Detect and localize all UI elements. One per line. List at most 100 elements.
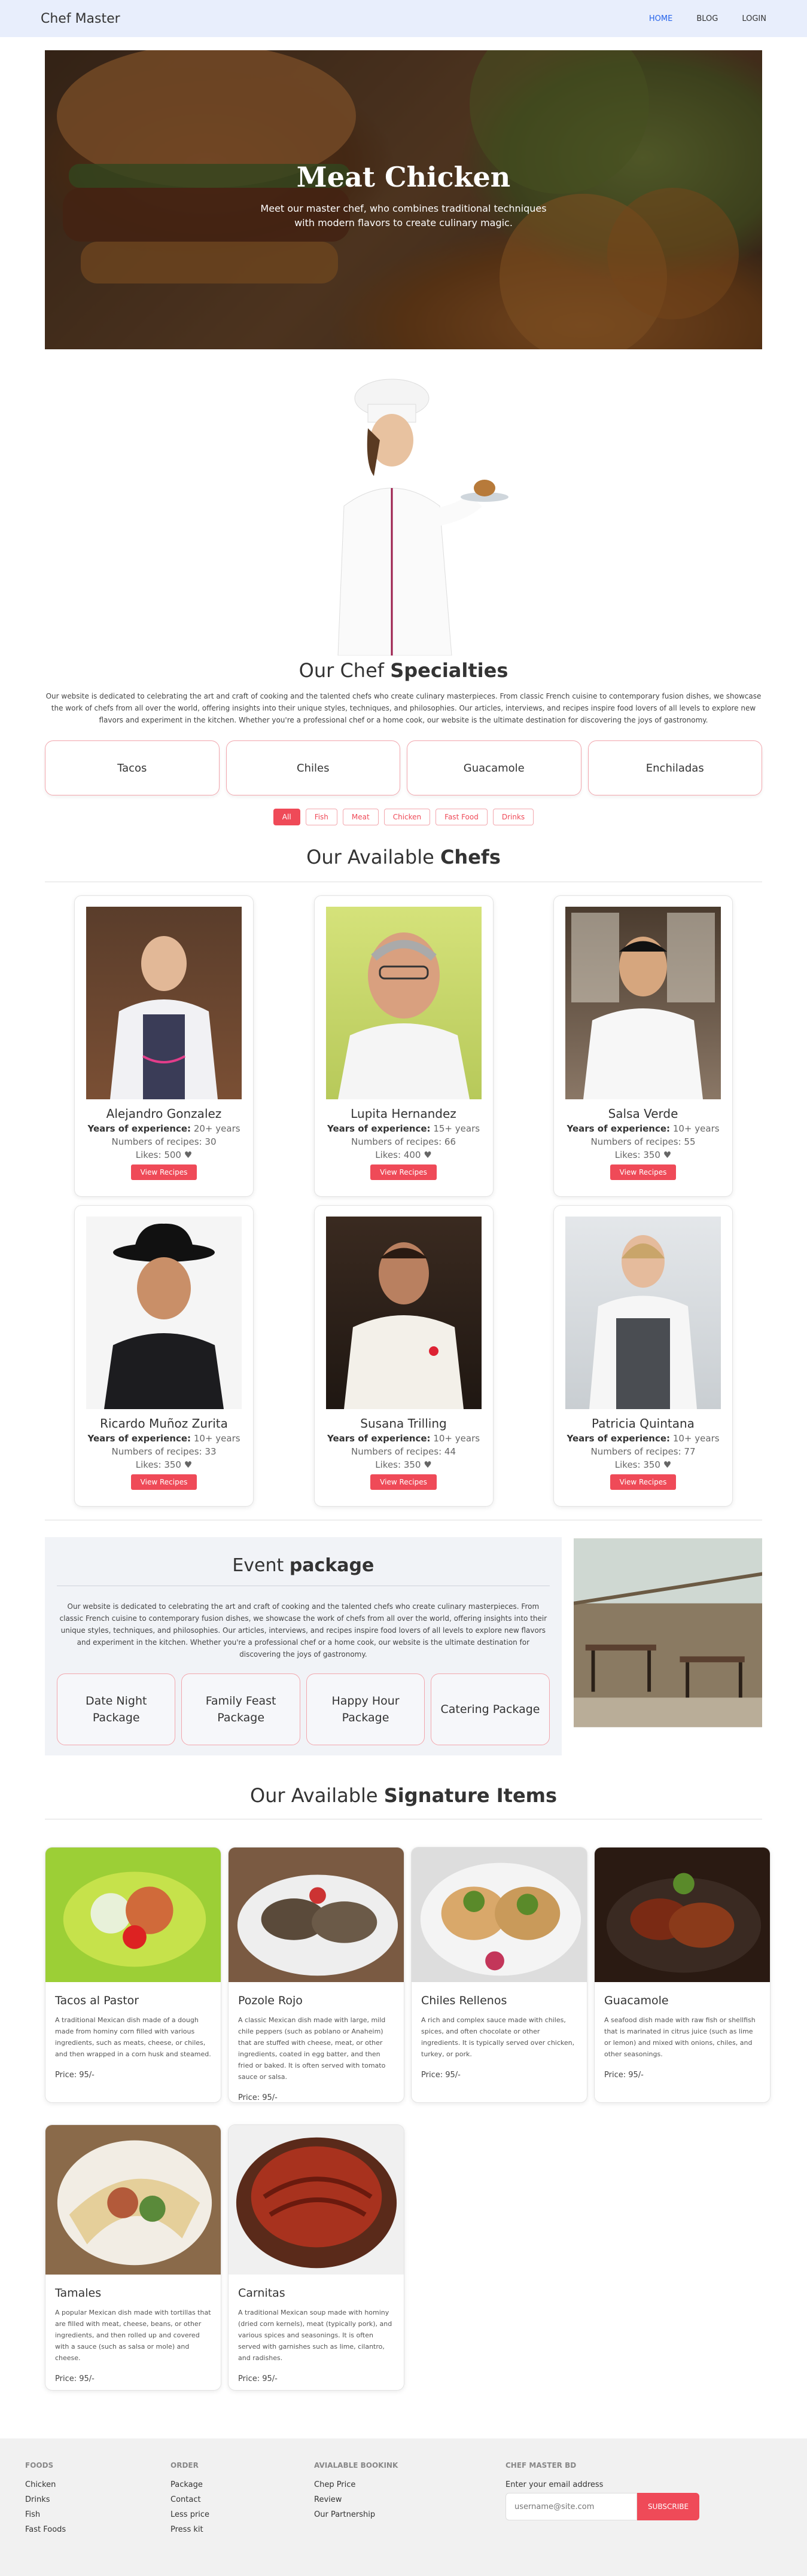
- menu-item-card[interactable]: Tamales A popular Mexican dish made with…: [45, 2124, 221, 2391]
- food-image: [45, 1848, 221, 1982]
- view-recipes-button[interactable]: View Recipes: [610, 1164, 677, 1180]
- filter-all-button[interactable]: All: [273, 809, 300, 825]
- menu-item-card[interactable]: Pozole Rojo A classic Mexican dish made …: [228, 1847, 404, 2103]
- footer-link[interactable]: Package: [170, 2480, 314, 2489]
- chef-photo: [86, 907, 242, 1099]
- footer-link[interactable]: Press kit: [170, 2525, 314, 2534]
- filter-meat-button[interactable]: Meat: [342, 809, 379, 825]
- package-family-feast[interactable]: Family Feast Package: [181, 1673, 300, 1745]
- filter-fish-button[interactable]: Fish: [305, 809, 337, 825]
- food-image: [45, 2125, 221, 2275]
- footer-link[interactable]: Fish: [25, 2510, 170, 2519]
- item-name: Pozole Rojo: [238, 1994, 303, 2007]
- footer-link[interactable]: Chicken: [25, 2480, 170, 2489]
- footer-link[interactable]: Less price: [170, 2510, 314, 2519]
- footer-link[interactable]: Drinks: [25, 2495, 170, 2504]
- package-catering[interactable]: Catering Package: [431, 1673, 550, 1745]
- filter-chicken-button[interactable]: Chicken: [383, 809, 431, 825]
- view-recipes-button[interactable]: View Recipes: [130, 1164, 197, 1180]
- chef-card: Susana Trilling Years of experience: 10+…: [313, 1205, 494, 1507]
- item-price: Price: 95/-: [238, 2374, 278, 2383]
- item-name: Carnitas: [238, 2287, 285, 2300]
- menu-item-card[interactable]: Carnitas A traditional Mexican soup made…: [228, 2124, 404, 2391]
- footer-link[interactable]: Fast Foods: [25, 2525, 170, 2534]
- heart-icon: ♥: [424, 1150, 432, 1160]
- chef-grid: Alejandro Gonzalez Years of experience: …: [0, 895, 807, 1507]
- signature-section: Our Available Signature Items Tacos al P…: [0, 1784, 807, 2391]
- chefs-section: Our Available Chefs Alejandro Gonzalez Y…: [0, 846, 807, 1520]
- filter-drinks-button[interactable]: Drinks: [492, 809, 534, 825]
- chef-recipes: 30: [205, 1136, 217, 1147]
- footer-link[interactable]: Review: [314, 2495, 505, 2504]
- item-price: Price: 95/-: [238, 2093, 278, 2102]
- chef-likes: 350: [643, 1459, 660, 1470]
- item-name: Chiles Rellenos: [421, 1994, 507, 2007]
- subscribe-form: SUBSCRIBE: [505, 2493, 700, 2520]
- hero-subtitle-line2: with modern flavors to create culinary m…: [294, 217, 513, 228]
- item-description: A seafood dish made with raw fish or she…: [604, 2016, 756, 2058]
- chefs-title: Our Available Chefs: [306, 846, 501, 868]
- email-input[interactable]: [505, 2493, 637, 2520]
- package-cards: Date Night Package Family Feast Package …: [57, 1673, 550, 1745]
- heart-icon: ♥: [663, 1459, 672, 1470]
- view-recipes-button[interactable]: View Recipes: [130, 1474, 197, 1490]
- chef-card: Lupita Hernandez Years of experience: 15…: [313, 895, 494, 1197]
- food-image: [229, 1848, 404, 1982]
- view-recipes-button[interactable]: View Recipes: [370, 1474, 437, 1490]
- chef-card: Ricardo Muñoz Zurita Years of experience…: [74, 1205, 254, 1507]
- signature-title: Our Available Signature Items: [249, 1784, 558, 1807]
- chef-name: Lupita Hernandez: [351, 1106, 456, 1121]
- chef-photo: [325, 907, 482, 1099]
- event-description: Our website is dedicated to celebrating …: [59, 1602, 547, 1659]
- filter-bar: All Fish Meat Chicken Fast Food Drinks: [0, 809, 807, 825]
- item-description: A traditional Mexican dish made of a dou…: [55, 2016, 211, 2058]
- footer-foods: FOODS Chicken Drinks Fish Fast Foods: [25, 2461, 170, 2576]
- heart-icon: ♥: [184, 1150, 193, 1160]
- footer-newsletter: CHEF MASTER BD Enter your email address …: [505, 2461, 700, 2576]
- event-panel: Event package Our website is dedicated t…: [45, 1537, 562, 1755]
- item-price: Price: 95/-: [604, 2071, 644, 2080]
- subscribe-button[interactable]: SUBSCRIBE: [637, 2493, 700, 2520]
- brand-logo[interactable]: Chef Master: [41, 11, 120, 26]
- hero-banner: Meat Chicken Meet our master chef, who c…: [45, 50, 762, 349]
- footer-link[interactable]: Our Partnership: [314, 2510, 505, 2519]
- chef-card: Alejandro Gonzalez Years of experience: …: [74, 895, 254, 1197]
- footer-link[interactable]: Chep Price: [314, 2480, 505, 2489]
- chef-recipes: 33: [205, 1446, 217, 1457]
- category-card-guacamole[interactable]: Guacamole: [407, 740, 581, 795]
- chef-experience: 15+ years: [433, 1123, 480, 1134]
- chef-likes: 350: [403, 1459, 421, 1470]
- navbar: Chef Master HOME BLOG LOGIN: [0, 0, 807, 37]
- view-recipes-button[interactable]: View Recipes: [370, 1164, 437, 1180]
- hero-subtitle-line1: Meet our master chef, who combines tradi…: [260, 203, 547, 214]
- item-name: Tamales: [55, 2287, 102, 2300]
- chef-name: Alejandro Gonzalez: [106, 1106, 222, 1121]
- chef-experience: 10+ years: [193, 1433, 240, 1444]
- category-card-chiles[interactable]: Chiles: [226, 740, 400, 795]
- chef-illustration: [278, 374, 529, 656]
- signature-grid: Tacos al Pastor A traditional Mexican di…: [0, 1847, 807, 2391]
- nav-login-link[interactable]: LOGIN: [742, 14, 766, 23]
- chef-name: Susana Trilling: [360, 1416, 447, 1431]
- category-card-enchiladas[interactable]: Enchiladas: [587, 740, 762, 795]
- chef-photo: [565, 1217, 721, 1409]
- food-image: [229, 2125, 404, 2275]
- category-card-tacos[interactable]: Tacos: [45, 740, 220, 795]
- newsletter-label: Enter your email address: [505, 2480, 604, 2489]
- chef-recipes: 66: [444, 1136, 456, 1147]
- package-happy-hour[interactable]: Happy Hour Package: [306, 1673, 425, 1745]
- nav-blog-link[interactable]: BLOG: [696, 14, 718, 23]
- footer-booking: AVIALABLE BOOKINK Chep Price Review Our …: [314, 2461, 505, 2576]
- filter-fast-food-button[interactable]: Fast Food: [436, 809, 488, 825]
- package-date-night[interactable]: Date Night Package: [57, 1673, 176, 1745]
- menu-item-card[interactable]: Guacamole A seafood dish made with raw f…: [594, 1847, 771, 2103]
- menu-item-card[interactable]: Chiles Rellenos A rich and complex sauce…: [411, 1847, 587, 2103]
- view-recipes-button[interactable]: View Recipes: [610, 1474, 677, 1490]
- nav-home-link[interactable]: HOME: [649, 14, 672, 23]
- chef-experience: 10+ years: [672, 1123, 720, 1134]
- specialties-description: Our website is dedicated to celebrating …: [45, 692, 762, 724]
- chef-recipes: 55: [684, 1136, 696, 1147]
- item-name: Guacamole: [604, 1994, 669, 2007]
- footer-link[interactable]: Contact: [170, 2495, 314, 2504]
- menu-item-card[interactable]: Tacos al Pastor A traditional Mexican di…: [45, 1847, 221, 2103]
